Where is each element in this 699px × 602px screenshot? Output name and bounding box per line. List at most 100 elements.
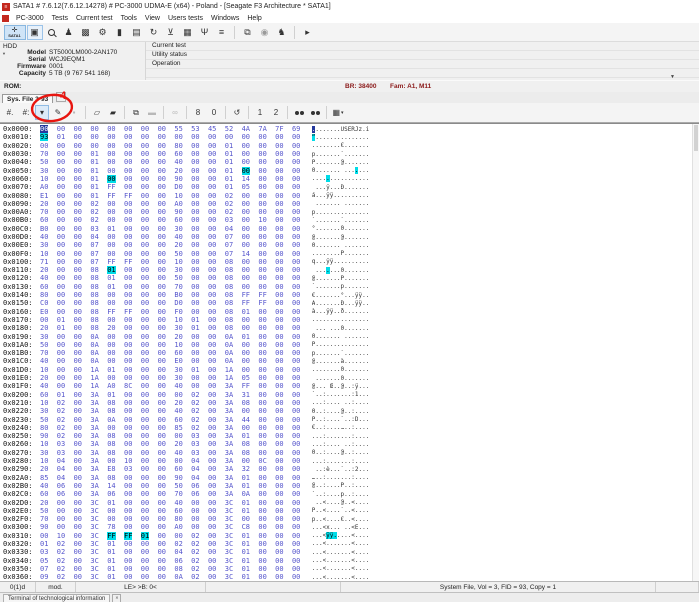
hex-byte[interactable]: 07: [225, 233, 242, 241]
hex-byte[interactable]: 00: [208, 540, 225, 548]
hex-ascii-char[interactable]: .: [366, 200, 370, 207]
hex-byte[interactable]: 00: [208, 573, 225, 581]
hex-byte[interactable]: 00: [158, 424, 175, 432]
hex-byte[interactable]: 00: [275, 382, 292, 390]
paste-button[interactable]: ▬: [145, 105, 159, 120]
hex-byte[interactable]: 00: [258, 482, 275, 490]
hex-byte[interactable]: 00: [191, 523, 208, 531]
hex-byte[interactable]: 00: [158, 324, 175, 332]
hex-byte[interactable]: 08: [107, 440, 124, 448]
hex-byte[interactable]: 10: [174, 316, 191, 324]
hex-byte[interactable]: 00: [208, 457, 225, 465]
hex-byte[interactable]: 00: [158, 125, 175, 133]
hex-byte[interactable]: 08: [90, 299, 107, 307]
hex-byte[interactable]: 00: [258, 407, 275, 415]
hex-byte[interactable]: 00: [124, 399, 141, 407]
hex-byte[interactable]: 05: [242, 183, 259, 191]
hex-byte[interactable]: 00: [258, 266, 275, 274]
hex-byte[interactable]: 08: [225, 316, 242, 324]
hex-ascii-char[interactable]: .: [366, 151, 370, 158]
hex-byte[interactable]: 00: [275, 416, 292, 424]
hex-byte[interactable]: 3A: [90, 449, 107, 457]
hex-byte[interactable]: 00: [124, 557, 141, 565]
hex-byte[interactable]: 00: [57, 175, 74, 183]
hex-byte[interactable]: 00: [275, 241, 292, 249]
hex-byte[interactable]: 00: [141, 299, 158, 307]
hex-byte[interactable]: 00: [191, 507, 208, 515]
view-words-button[interactable]: 0: [207, 105, 221, 120]
hex-byte[interactable]: 00: [292, 225, 309, 233]
hex-byte[interactable]: 00: [141, 291, 158, 299]
hex-byte[interactable]: FF: [124, 192, 141, 200]
hex-byte[interactable]: 00: [158, 216, 175, 224]
hex-byte[interactable]: 00: [275, 490, 292, 498]
hex-byte[interactable]: 00: [107, 341, 124, 349]
hex-byte[interactable]: 10: [174, 258, 191, 266]
hex-ascii-char[interactable]: .: [366, 491, 370, 498]
hex-byte[interactable]: 10: [40, 399, 57, 407]
hex-byte[interactable]: 10: [174, 341, 191, 349]
vertical-scrollbar[interactable]: [692, 124, 699, 581]
hex-byte[interactable]: 20: [174, 440, 191, 448]
hex-byte[interactable]: 00: [74, 515, 91, 523]
hex-byte[interactable]: 00: [258, 374, 275, 382]
hex-byte[interactable]: 01: [242, 333, 259, 341]
hex-ascii-char[interactable]: .: [366, 167, 370, 174]
hex-byte[interactable]: 00: [141, 142, 158, 150]
hex-byte[interactable]: 50: [40, 158, 57, 166]
hex-ascii-char[interactable]: .: [366, 507, 370, 514]
hex-byte[interactable]: 70: [40, 208, 57, 216]
hex-byte[interactable]: 10: [40, 366, 57, 374]
hex-byte[interactable]: 00: [242, 407, 259, 415]
hex-byte[interactable]: 00: [57, 274, 74, 282]
menu-item-windows[interactable]: Windows: [207, 15, 243, 22]
hex-byte[interactable]: 00: [275, 424, 292, 432]
hex-byte[interactable]: 00: [275, 175, 292, 183]
hex-byte[interactable]: 00: [158, 142, 175, 150]
hex-byte[interactable]: 00: [90, 125, 107, 133]
hex-byte[interactable]: 00: [74, 490, 91, 498]
hex-byte[interactable]: 00: [208, 424, 225, 432]
hex-byte[interactable]: 00: [107, 316, 124, 324]
hex-byte[interactable]: 00: [74, 175, 91, 183]
hex-byte[interactable]: 00: [208, 366, 225, 374]
hex-byte[interactable]: 00: [141, 241, 158, 249]
hex-byte[interactable]: 00: [208, 150, 225, 158]
hex-ascii-char[interactable]: .: [366, 516, 370, 523]
hex-byte[interactable]: 00: [158, 507, 175, 515]
hex-byte[interactable]: 00: [107, 125, 124, 133]
hex-byte[interactable]: 00: [158, 133, 175, 141]
hex-byte[interactable]: 00: [292, 324, 309, 332]
hex-byte[interactable]: 00: [275, 316, 292, 324]
hex-byte[interactable]: 00: [191, 341, 208, 349]
hex-byte[interactable]: 00: [275, 557, 292, 565]
hex-byte[interactable]: 00: [74, 266, 91, 274]
hex-byte[interactable]: 00: [208, 507, 225, 515]
hex-byte[interactable]: 02: [191, 565, 208, 573]
hex-byte[interactable]: 00: [57, 374, 74, 382]
hex-byte[interactable]: 04: [57, 465, 74, 473]
hex-byte[interactable]: 14: [242, 250, 259, 258]
hex-byte[interactable]: 3C: [225, 540, 242, 548]
hex-byte[interactable]: 07: [225, 241, 242, 249]
hex-byte[interactable]: 00: [258, 573, 275, 581]
hex-byte[interactable]: 0A: [225, 341, 242, 349]
hex-byte[interactable]: 00: [141, 490, 158, 498]
hex-byte[interactable]: 3C: [90, 557, 107, 565]
hex-byte[interactable]: 00: [292, 540, 309, 548]
hex-byte[interactable]: 02: [57, 557, 74, 565]
hex-byte[interactable]: 30: [40, 167, 57, 175]
hex-byte[interactable]: 00: [141, 192, 158, 200]
hex-byte[interactable]: 0A: [90, 357, 107, 365]
hex-byte[interactable]: 00: [292, 341, 309, 349]
hex-byte[interactable]: 3A: [225, 416, 242, 424]
recalc-checksum-button[interactable]: ↺: [230, 105, 244, 120]
hex-byte[interactable]: 00: [242, 192, 259, 200]
hex-byte[interactable]: 00: [242, 366, 259, 374]
stop-button[interactable]: ▪: [67, 105, 81, 120]
hex-byte[interactable]: 00: [292, 316, 309, 324]
hex-byte[interactable]: 00: [208, 341, 225, 349]
hex-byte[interactable]: 00: [141, 407, 158, 415]
hex-byte[interactable]: 00: [74, 250, 91, 258]
hex-byte[interactable]: 00: [158, 200, 175, 208]
